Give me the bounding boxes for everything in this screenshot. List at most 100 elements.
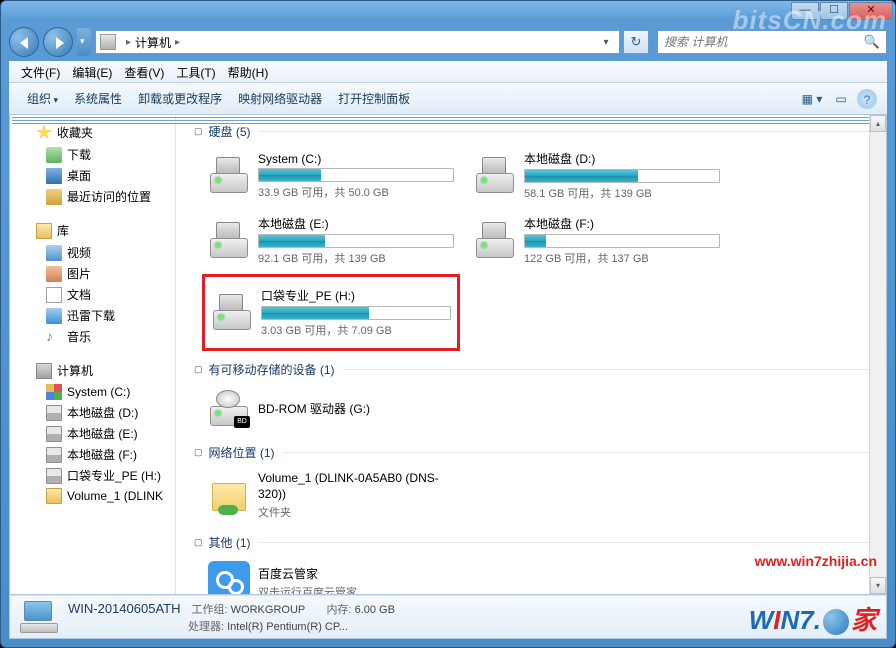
sidebar-item-videos[interactable]: 视频 [10,242,175,263]
computer-name: WIN-20140605ATH [68,601,180,616]
system-properties-button[interactable]: 系统属性 [66,86,130,111]
hdd-icon [211,292,253,334]
hdd-icon [208,155,250,197]
minimize-button[interactable]: — [791,2,819,20]
drive-stats: 92.1 GB 可用，共 139 GB [258,250,454,266]
scroll-up-button[interactable]: ▴ [870,115,886,132]
scroll-down-button[interactable]: ▾ [870,577,886,594]
drive-tile[interactable]: 本地磁盘 (E:) 92.1 GB 可用，共 139 GB [202,211,460,270]
sidebar-item-drive-e[interactable]: 本地磁盘 (E:) [10,423,175,444]
breadcrumb-computer[interactable]: 计算机 [135,34,171,51]
maximize-button[interactable]: ☐ [820,2,848,20]
drive-usage-bar [524,169,720,183]
organize-button[interactable]: 组织 [19,86,66,111]
network-folder-icon [208,475,250,517]
sidebar-item-drive-f[interactable]: 本地磁盘 (F:) [10,444,175,465]
search-box[interactable]: 🔍 [657,30,887,54]
scrollbar[interactable]: ▴ ▾ [869,115,886,594]
help-button[interactable]: ? [857,89,877,109]
menu-tools[interactable]: 工具(T) [170,64,221,81]
sidebar-item-drive-c[interactable]: System (C:) [10,382,175,402]
search-icon[interactable]: 🔍 [864,34,880,50]
navigation-pane: 收藏夹 下载 桌面 最近访问的位置 库 视频 图片 文档 迅雷下载 ♪音乐 [10,115,176,594]
back-button[interactable] [9,27,39,57]
picture-icon [46,266,62,282]
libraries-icon [36,223,52,239]
sidebar-item-recent[interactable]: 最近访问的位置 [10,186,175,207]
search-input[interactable] [664,35,864,49]
download-icon [46,147,62,163]
sidebar-item-thunder[interactable]: 迅雷下载 [10,305,175,326]
network-folder-icon [46,488,62,504]
uninstall-button[interactable]: 卸载或更改程序 [130,86,230,111]
menu-help[interactable]: 帮助(H) [222,64,275,81]
sidebar-computer-header[interactable]: 计算机 [10,359,175,382]
address-dropdown[interactable]: ▾ [597,37,615,48]
desktop-icon [46,168,62,184]
map-drive-button[interactable]: 映射网络驱动器 [230,86,330,111]
drive-usage-bar [258,168,454,182]
hdd-icon [474,220,516,262]
drive-tile-baidu[interactable]: 百度云管家 双击运行百度云管家 [202,557,460,594]
menu-view[interactable]: 查看(V) [118,64,170,81]
sidebar-item-desktop[interactable]: 桌面 [10,165,175,186]
section-header-other[interactable]: ▢ 其他 (1) [176,530,886,557]
control-panel-button[interactable]: 打开控制面板 [330,86,418,111]
sidebar-item-music[interactable]: ♪音乐 [10,326,175,347]
sidebar-item-documents[interactable]: 文档 [10,284,175,305]
history-dropdown[interactable] [77,28,91,56]
drive-icon [46,468,62,484]
preview-pane-button[interactable]: ▭ [828,88,854,110]
recent-icon [46,189,62,205]
sidebar-label: 计算机 [57,362,93,379]
close-button[interactable]: ✕ [849,2,893,20]
drive-usage-bar [261,306,451,320]
collapse-icon: ▢ [194,537,203,548]
hdd-drive-grid: System (C:)33.9 GB 可用，共 50.0 GB本地磁盘 (D:)… [176,146,886,357]
drive-stats: 58.1 GB 可用，共 139 GB [524,185,720,201]
drive-tile-network-volume[interactable]: Volume_1 (DLINK-0A5AB0 (DNS-320)) 文件夹 [202,467,460,524]
chevron-right-icon[interactable]: ▸ [175,37,180,48]
sidebar-item-downloads[interactable]: 下载 [10,144,175,165]
toolbar: 组织 系统属性 卸载或更改程序 映射网络驱动器 打开控制面板 ▦ ▾ ▭ ? [9,83,887,115]
drive-icon [46,426,62,442]
drive-tile-bd-rom[interactable]: BD BD-ROM 驱动器 (G:) [202,384,460,434]
drive-usage-bar [524,234,720,248]
drive-tile[interactable]: 本地磁盘 (D:) 58.1 GB 可用，共 139 GB [468,146,726,205]
hdd-icon [474,155,516,197]
favorites-icon [36,125,52,141]
computer-icon [100,34,116,50]
sidebar-item-drive-h[interactable]: 口袋专业_PE (H:) [10,465,175,486]
baidu-cloud-icon [208,561,250,594]
drive-name: 本地磁盘 (D:) [524,150,720,167]
music-icon: ♪ [46,329,62,345]
address-bar[interactable]: ▸ 计算机 ▸ ▾ [95,30,620,54]
menu-edit[interactable]: 编辑(E) [66,64,118,81]
sidebar-item-pictures[interactable]: 图片 [10,263,175,284]
sidebar-item-volume1[interactable]: Volume_1 (DLINK [10,486,175,506]
hdd-icon [208,220,250,262]
drive-tile[interactable]: System (C:)33.9 GB 可用，共 50.0 GB [202,146,460,205]
menu-file[interactable]: 文件(F) [15,64,66,81]
other-grid: 百度云管家 双击运行百度云管家 [176,557,886,594]
section-header-network[interactable]: ▢ 网络位置 (1) [176,440,886,467]
drive-tile[interactable]: 口袋专业_PE (H:)3.03 GB 可用，共 7.09 GB [202,274,460,351]
section-header-removable[interactable]: ▢ 有可移动存储的设备 (1) [176,357,886,384]
sidebar-label: 收藏夹 [57,124,93,141]
sidebar-libraries-header[interactable]: 库 [10,219,175,242]
forward-button[interactable] [43,27,73,57]
removable-grid: BD BD-ROM 驱动器 (G:) [176,384,886,440]
drive-name: 本地磁盘 (E:) [258,215,454,232]
refresh-button[interactable]: ↻ [623,30,649,54]
drive-icon [46,405,62,421]
sidebar-label: 库 [57,222,69,239]
sidebar-favorites-header[interactable]: 收藏夹 [10,121,175,144]
document-icon [46,287,62,303]
sidebar-item-drive-d[interactable]: 本地磁盘 (D:) [10,402,175,423]
section-header-hdd[interactable]: ▢ 硬盘 (5) [176,119,886,146]
drive-tile[interactable]: 本地磁盘 (F:)122 GB 可用，共 137 GB [468,211,726,270]
menu-bar: 文件(F) 编辑(E) 查看(V) 工具(T) 帮助(H) [9,61,887,83]
view-mode-button[interactable]: ▦ ▾ [799,88,825,110]
drive-stats: 33.9 GB 可用，共 50.0 GB [258,184,454,200]
collapse-icon: ▢ [194,126,203,137]
